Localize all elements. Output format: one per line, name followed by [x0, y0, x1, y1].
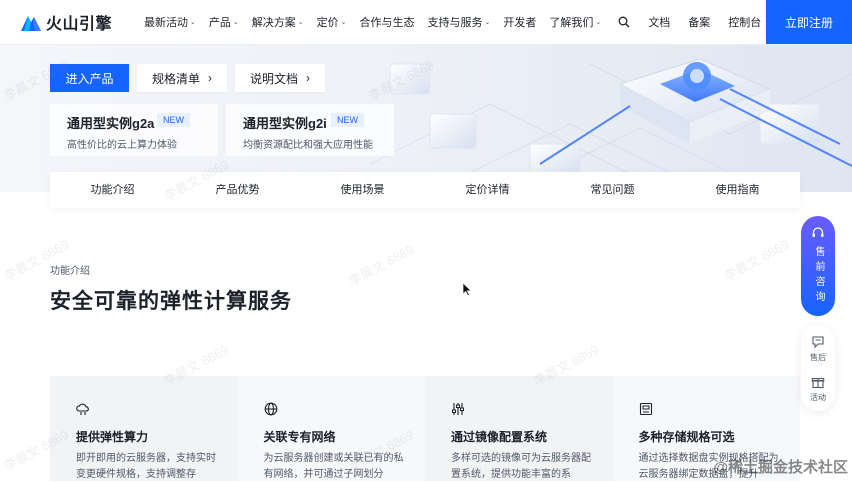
menu-label: 了解我们	[549, 17, 594, 29]
feature-title: 多种存储规格可选	[638, 430, 735, 444]
menu-item-partners[interactable]: 合作与生态	[360, 14, 415, 30]
menu-item-latest-activity[interactable]: 最新活动 ⌄	[144, 14, 196, 30]
instance-card-g2i[interactable]: 通用型实例g2i NEW 均衡资源配比和强大应用性能	[226, 104, 394, 156]
docs-button[interactable]: 说明文档 ›	[235, 64, 325, 92]
card-title: 通用型实例g2a	[67, 116, 155, 131]
feature-title: 提供弹性算力	[76, 430, 149, 444]
top-nav: 火山引擎 最新活动 ⌄ 产品 ⌄ 解决方案 ⌄ 定价 ⌄ 合作与生态 支持与服务 ⌄ 开发…	[0, 0, 852, 45]
menu-label: 最新活动	[144, 17, 188, 29]
volcano-logo-icon	[21, 16, 41, 31]
feature-card[interactable]: 通过镜像配置系统 多样可选的镜像可为云服务器配置系统，提供功能丰富的系	[425, 376, 613, 481]
source-watermark: @稀土掘金技术社区	[713, 459, 848, 476]
headset-icon	[812, 227, 824, 237]
aftersales-label: 售后	[810, 353, 826, 362]
menu-label: 开发者	[503, 17, 537, 29]
enter-product-button[interactable]: 进入产品	[50, 64, 129, 92]
hero-illustration	[370, 58, 852, 192]
card-title: 通用型实例g2i	[243, 116, 327, 131]
hero-banner: 进入产品 规格清单 › 说明文档 › 通用型实例g2a NEW 高性价比的云上算力体…	[0, 44, 852, 192]
new-badge: NEW	[157, 113, 190, 127]
side-panel: 售后 活动	[801, 325, 835, 411]
menu-item-pricing[interactable]: 定价 ⌄	[317, 14, 347, 30]
chevron-down-icon: ⌄	[190, 19, 196, 26]
chevron-right-icon: ›	[208, 71, 212, 85]
aftersales-button[interactable]: 售后	[801, 335, 835, 363]
gift-icon	[811, 377, 825, 389]
watermark: 李晨文 6869	[721, 236, 792, 284]
watermark: 李晨文 6869	[1, 236, 72, 284]
activity-label: 活动	[810, 393, 826, 402]
feature-card[interactable]: 提供弹性算力 即开即用的云服务器，支持实时变更硬件规格，支持调整存	[50, 376, 238, 481]
button-label: 规格清单	[151, 71, 200, 86]
instance-card-g2a[interactable]: 通用型实例g2a NEW 高性价比的云上算力体验	[50, 104, 218, 156]
watermark: 李晨文 6869	[346, 241, 417, 289]
chevron-right-icon: ›	[306, 71, 310, 85]
storage-icon	[639, 402, 652, 416]
globe-icon	[264, 402, 277, 416]
icp-link[interactable]: 备案	[688, 14, 710, 30]
ticket-icon	[812, 336, 824, 349]
menu-item-products[interactable]: 产品 ⌄	[209, 14, 239, 30]
card-subtitle: 高性价比的云上算力体验	[67, 140, 177, 151]
feature-desc: 为云服务器创建或关联已有的私有网络，并可通过子网划分	[263, 453, 404, 480]
chevron-down-icon: ⌄	[340, 19, 347, 26]
chevron-down-icon: ⌄	[484, 19, 491, 26]
section-eyebrow: 功能介绍	[50, 266, 90, 277]
menu-label: 产品	[208, 17, 231, 29]
tab-features[interactable]: 功能介绍	[50, 172, 175, 208]
chevron-down-icon: ⌄	[232, 19, 239, 26]
tab-guide[interactable]: 使用指南	[675, 172, 800, 208]
cloud-compute-icon	[76, 403, 89, 415]
search-icon[interactable]	[618, 16, 630, 28]
menu-item-solutions[interactable]: 解决方案 ⌄	[252, 14, 304, 30]
main-menu: 最新活动 ⌄ 产品 ⌄ 解决方案 ⌄ 定价 ⌄ 合作与生态 支持与服务 ⌄ 开发者 了解我…	[144, 0, 614, 44]
menu-item-support[interactable]: 支持与服务 ⌄	[428, 14, 491, 30]
feature-desc: 多样可选的镜像可为云服务器配置系统，提供功能丰富的系	[451, 453, 591, 480]
logo[interactable]: 火山引擎	[20, 10, 132, 34]
sliders-icon	[452, 403, 464, 415]
presales-consult-button[interactable]: 售前咨询	[801, 216, 835, 316]
chevron-down-icon: ⌄	[297, 19, 304, 26]
brand-name: 火山引擎	[46, 16, 113, 33]
menu-item-about[interactable]: 了解我们 ⌄	[549, 14, 601, 30]
new-badge: NEW	[331, 113, 364, 127]
tab-advantages[interactable]: 产品优势	[175, 172, 300, 208]
register-button[interactable]: 立即注册	[766, 0, 852, 44]
product-subtabs: 功能介绍 产品优势 使用场景 定价详情 常见问题 使用指南	[50, 172, 800, 208]
menu-label: 支持与服务	[427, 17, 483, 29]
menu-label: 合作与生态	[359, 17, 415, 29]
feature-title: 通过镜像配置系统	[451, 430, 548, 444]
chevron-down-icon: ⌄	[595, 19, 602, 26]
feature-title: 关联专有网络	[263, 430, 336, 444]
tab-faq[interactable]: 常见问题	[550, 172, 675, 208]
docs-link[interactable]: 文档	[648, 14, 670, 30]
card-subtitle: 均衡资源配比和强大应用性能	[243, 140, 373, 151]
tab-scenarios[interactable]: 使用场景	[300, 172, 425, 208]
menu-item-developers[interactable]: 开发者	[503, 14, 536, 30]
spec-list-button[interactable]: 规格清单 ›	[137, 64, 227, 92]
button-label: 说明文档	[249, 71, 298, 86]
menu-label: 定价	[316, 17, 339, 29]
consult-label: 售前咨询	[813, 246, 824, 306]
menu-label: 解决方案	[251, 17, 296, 29]
feature-card[interactable]: 关联专有网络 为云服务器创建或关联已有的私有网络，并可通过子网划分	[237, 376, 425, 481]
activity-button[interactable]: 活动	[801, 375, 835, 403]
mouse-cursor-icon	[462, 282, 472, 296]
tab-pricing[interactable]: 定价详情	[425, 172, 550, 208]
feature-desc: 即开即用的云服务器，支持实时变更硬件规格，支持调整存	[76, 453, 216, 480]
console-link[interactable]: 控制台	[728, 14, 761, 30]
feature-grid: 提供弹性算力 即开即用的云服务器，支持实时变更硬件规格，支持调整存 关联专有网络…	[50, 376, 800, 481]
section-title: 安全可靠的弹性计算服务	[50, 290, 292, 313]
